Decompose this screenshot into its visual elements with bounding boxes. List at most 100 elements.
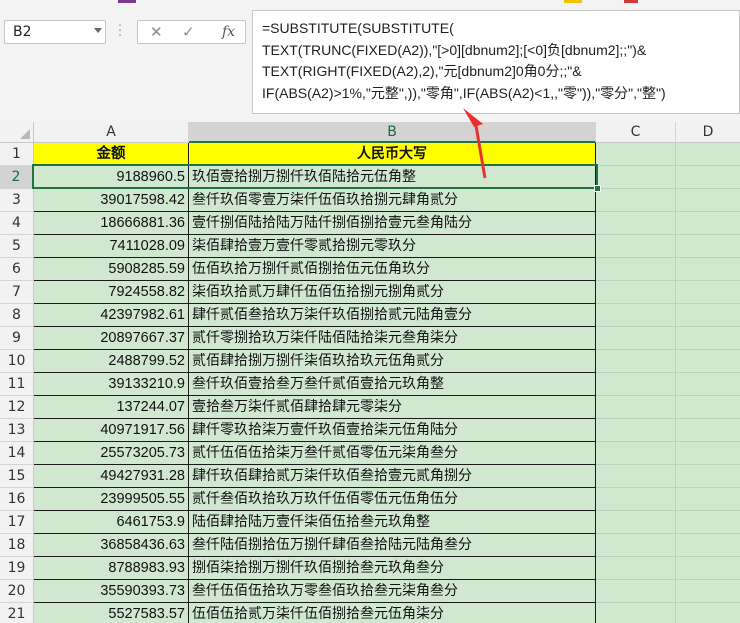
amount-cell[interactable]: 36858436.63	[34, 534, 189, 557]
insert-function-icon[interactable]: fx	[222, 24, 235, 40]
empty-cell[interactable]	[596, 488, 676, 511]
column-header-c[interactable]: C	[596, 122, 676, 143]
uppercase-cell[interactable]: 叁仟玖佰壹拾叁万叁仟贰佰壹拾元玖角整	[189, 373, 596, 396]
amount-cell[interactable]: 23999505.55	[34, 488, 189, 511]
row-header[interactable]: 3	[0, 189, 34, 212]
amount-cell[interactable]: 20897667.37	[34, 327, 189, 350]
check-icon[interactable]: ✓	[182, 23, 195, 41]
empty-cell[interactable]	[676, 488, 740, 511]
empty-cell[interactable]	[676, 212, 740, 235]
empty-cell[interactable]	[676, 534, 740, 557]
row-header[interactable]: 20	[0, 580, 34, 603]
row-header[interactable]: 5	[0, 235, 34, 258]
row-header[interactable]: 10	[0, 350, 34, 373]
empty-cell[interactable]	[676, 166, 740, 189]
empty-cell[interactable]	[676, 281, 740, 304]
uppercase-cell[interactable]: 贰佰肆拾捌万捌仟柒佰玖拾玖元伍角贰分	[189, 350, 596, 373]
row-header[interactable]: 12	[0, 396, 34, 419]
row-header[interactable]: 6	[0, 258, 34, 281]
empty-cell[interactable]	[676, 327, 740, 350]
empty-cell[interactable]	[676, 143, 740, 166]
empty-cell[interactable]	[596, 511, 676, 534]
uppercase-cell[interactable]: 伍佰伍拾贰万柒仟伍佰捌拾叁元伍角柒分	[189, 603, 596, 623]
empty-cell[interactable]	[596, 212, 676, 235]
row-header[interactable]: 2	[0, 166, 34, 189]
empty-cell[interactable]	[596, 373, 676, 396]
uppercase-cell[interactable]: 玖佰壹拾捌万捌仟玖佰陆拾元伍角整	[189, 166, 596, 189]
uppercase-cell[interactable]: 贰仟伍佰伍拾柒万叁仟贰佰零伍元柒角叁分	[189, 442, 596, 465]
amount-cell[interactable]: 39133210.9	[34, 373, 189, 396]
uppercase-cell[interactable]: 柒佰玖拾贰万肆仟伍佰伍拾捌元捌角贰分	[189, 281, 596, 304]
empty-cell[interactable]	[676, 511, 740, 534]
amount-cell[interactable]: 25573205.73	[34, 442, 189, 465]
name-box[interactable]: B2	[4, 20, 106, 44]
uppercase-cell[interactable]: 肆仟玖佰肆拾贰万柒仟玖佰叁拾壹元贰角捌分	[189, 465, 596, 488]
empty-cell[interactable]	[596, 258, 676, 281]
cancel-icon[interactable]: ✕	[150, 23, 163, 41]
select-all-corner[interactable]	[0, 122, 34, 143]
amount-cell[interactable]: 40971917.56	[34, 419, 189, 442]
empty-cell[interactable]	[596, 189, 676, 212]
amount-cell[interactable]: 5908285.59	[34, 258, 189, 281]
empty-cell[interactable]	[596, 603, 676, 623]
row-header[interactable]: 11	[0, 373, 34, 396]
uppercase-cell[interactable]: 伍佰玖拾万捌仟贰佰捌拾伍元伍角玖分	[189, 258, 596, 281]
header-cell-rmb-uppercase[interactable]: 人民币大写	[189, 143, 596, 166]
uppercase-cell[interactable]: 叁仟玖佰零壹万柒仟伍佰玖拾捌元肆角贰分	[189, 189, 596, 212]
row-header[interactable]: 8	[0, 304, 34, 327]
uppercase-cell[interactable]: 叁仟伍佰伍拾玖万零叁佰玖拾叁元柒角叁分	[189, 580, 596, 603]
amount-cell[interactable]: 8788983.93	[34, 557, 189, 580]
amount-cell[interactable]: 9188960.5	[34, 166, 189, 189]
empty-cell[interactable]	[596, 281, 676, 304]
column-header-a[interactable]: A	[34, 122, 189, 143]
empty-cell[interactable]	[676, 189, 740, 212]
uppercase-cell[interactable]: 柒佰肆拾壹万壹仟零贰拾捌元零玖分	[189, 235, 596, 258]
row-header[interactable]: 4	[0, 212, 34, 235]
empty-cell[interactable]	[676, 396, 740, 419]
row-header[interactable]: 1	[0, 143, 34, 166]
amount-cell[interactable]: 42397982.61	[34, 304, 189, 327]
uppercase-cell[interactable]: 壹仟捌佰陆拾陆万陆仟捌佰捌拾壹元叁角陆分	[189, 212, 596, 235]
row-header[interactable]: 21	[0, 603, 34, 623]
row-header[interactable]: 15	[0, 465, 34, 488]
row-header[interactable]: 17	[0, 511, 34, 534]
uppercase-cell[interactable]: 捌佰柒拾捌万捌仟玖佰捌拾叁元玖角叁分	[189, 557, 596, 580]
amount-cell[interactable]: 39017598.42	[34, 189, 189, 212]
empty-cell[interactable]	[596, 143, 676, 166]
uppercase-cell[interactable]: 陆佰肆拾陆万壹仟柒佰伍拾叁元玖角整	[189, 511, 596, 534]
empty-cell[interactable]	[676, 442, 740, 465]
amount-cell[interactable]: 18666881.36	[34, 212, 189, 235]
amount-cell[interactable]: 7411028.09	[34, 235, 189, 258]
amount-cell[interactable]: 137244.07	[34, 396, 189, 419]
empty-cell[interactable]	[676, 580, 740, 603]
empty-cell[interactable]	[676, 557, 740, 580]
empty-cell[interactable]	[596, 442, 676, 465]
amount-cell[interactable]: 2488799.52	[34, 350, 189, 373]
column-header-d[interactable]: D	[676, 122, 740, 143]
uppercase-cell[interactable]: 贰仟零捌拾玖万柒仟陆佰陆拾柒元叁角柒分	[189, 327, 596, 350]
row-header[interactable]: 18	[0, 534, 34, 557]
amount-cell[interactable]: 49427931.28	[34, 465, 189, 488]
row-header[interactable]: 9	[0, 327, 34, 350]
amount-cell[interactable]: 5527583.57	[34, 603, 189, 623]
amount-cell[interactable]: 7924558.82	[34, 281, 189, 304]
empty-cell[interactable]	[676, 350, 740, 373]
empty-cell[interactable]	[676, 465, 740, 488]
empty-cell[interactable]	[676, 603, 740, 623]
empty-cell[interactable]	[596, 235, 676, 258]
empty-cell[interactable]	[596, 580, 676, 603]
empty-cell[interactable]	[596, 350, 676, 373]
empty-cell[interactable]	[596, 304, 676, 327]
uppercase-cell[interactable]: 肆仟零玖拾柒万壹仟玖佰壹拾柒元伍角陆分	[189, 419, 596, 442]
formula-input[interactable]: =SUBSTITUTE(SUBSTITUTE( TEXT(TRUNC(FIXED…	[252, 10, 740, 114]
row-header[interactable]: 7	[0, 281, 34, 304]
header-cell-amount[interactable]: 金额	[34, 143, 189, 166]
empty-cell[interactable]	[676, 258, 740, 281]
empty-cell[interactable]	[676, 373, 740, 396]
empty-cell[interactable]	[596, 327, 676, 350]
empty-cell[interactable]	[676, 304, 740, 327]
chevron-down-icon[interactable]	[94, 28, 102, 33]
row-header[interactable]: 16	[0, 488, 34, 511]
row-header[interactable]: 13	[0, 419, 34, 442]
uppercase-cell[interactable]: 肆仟贰佰叁拾玖万柒仟玖佰捌拾贰元陆角壹分	[189, 304, 596, 327]
